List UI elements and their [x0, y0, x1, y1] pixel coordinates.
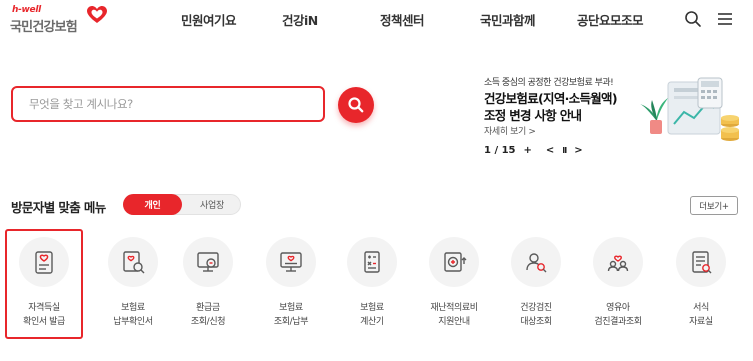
banner-title-line2: 조정 변경 사항 안내: [484, 108, 582, 123]
section-title: 방문자별 맞춤 메뉴: [11, 200, 106, 215]
nav-item-policy[interactable]: 정책센터: [380, 10, 425, 29]
hamburger-menu-icon[interactable]: [716, 10, 734, 28]
search-button-icon: [348, 97, 364, 113]
toggle-business[interactable]: 사업장: [184, 194, 240, 215]
medical-support-icon: [444, 252, 467, 272]
menu-item-label-line2: 조회/신청: [190, 317, 226, 327]
menu-item-premium-receipt[interactable]: 보험료 납부확인서: [94, 229, 172, 339]
search-icon[interactable]: [684, 10, 702, 28]
document-search-icon: [123, 251, 145, 274]
menu-item-label-line1: 서식: [693, 303, 709, 313]
monitor-pay-icon: [280, 252, 302, 272]
menu-item-label-line1: 영유아: [606, 303, 630, 313]
banner-subtitle: 소득 중심의 공정한 건강보험료 부과!: [484, 78, 614, 88]
banner-plus-button[interactable]: +: [524, 145, 532, 156]
logo-heart-icon: [87, 6, 107, 23]
menu-item-label-line2: 검진결과조회: [594, 317, 642, 327]
visitor-type-toggle: 개인 사업장: [123, 194, 241, 215]
menu-item-label-line1: 자격득실: [28, 303, 60, 313]
id-card-heart-icon: [35, 251, 53, 274]
menu-item-label-line2: 자료실: [689, 317, 713, 327]
form-document-icon: [692, 251, 712, 274]
menu-item-forms[interactable]: 서식 자료실: [662, 229, 740, 339]
nav-item-health-in[interactable]: 건강iN: [282, 10, 318, 29]
menu-item-qualification[interactable]: 자격득실 확인서 발급: [5, 229, 83, 339]
menu-item-label-line2: 납부확인서: [113, 317, 153, 327]
logo-brand-name: 국민건강보험: [10, 20, 78, 35]
banner-more-link[interactable]: 자세히 보기 >: [484, 124, 536, 137]
calculator-icon: [364, 251, 380, 273]
menu-item-label-line1: 건강검진: [520, 303, 552, 313]
banner-page-indicator: 1 / 15: [484, 145, 516, 156]
user-search-icon: [526, 253, 547, 273]
menu-item-label-line1: 보험료: [121, 303, 145, 313]
menu-item-label-line2: 대상조회: [520, 317, 552, 327]
menu-item-calculator[interactable]: 보험료 계산기: [333, 229, 411, 339]
banner-prev-button[interactable]: <: [546, 145, 554, 156]
menu-item-health-checkup[interactable]: 건강검진 대상조회: [497, 229, 575, 339]
banner-pause-button[interactable]: II: [562, 146, 567, 155]
banner-pager: 1 / 15 + < II >: [484, 145, 583, 156]
more-button[interactable]: 더보기+: [690, 196, 738, 215]
menu-item-medical-support[interactable]: 재난적의료비 지원안내: [415, 229, 493, 339]
menu-item-label-line2: 조회/납부: [273, 317, 309, 327]
menu-item-label-line1: 보험료: [279, 303, 303, 313]
toggle-individual[interactable]: 개인: [123, 194, 182, 215]
menu-item-label-line2: 확인서 발급: [23, 317, 65, 327]
menu-item-refund[interactable]: 환급금 조회/신청: [169, 229, 247, 339]
nav-item-civil[interactable]: 민원여기요: [181, 10, 237, 29]
banner-next-button[interactable]: >: [574, 145, 582, 156]
logo[interactable]: h-well 국민건강보험: [8, 4, 108, 38]
nav-item-about[interactable]: 공단요모조모: [577, 10, 644, 29]
monitor-coin-icon: [197, 252, 219, 272]
menu-item-label-line1: 재난적의료비: [430, 303, 478, 313]
menu-item-label-line1: 보험료: [360, 303, 384, 313]
search-button[interactable]: [338, 87, 374, 123]
search-box: [11, 86, 325, 122]
menu-item-label-line1: 환급금: [196, 303, 220, 313]
menu-item-premium-pay[interactable]: 보험료 조회/납부: [252, 229, 330, 339]
family-heart-icon: [607, 255, 629, 272]
menu-item-label-line2: 지원안내: [438, 317, 470, 327]
search-input[interactable]: [13, 88, 323, 120]
nav-item-together[interactable]: 국민과함께: [480, 10, 536, 29]
menu-item-infant-checkup[interactable]: 영유아 검진결과조회: [579, 229, 657, 339]
menu-item-label-line2: 계산기: [360, 317, 384, 327]
logo-hwell-text: h-well: [12, 5, 41, 15]
promo-banner: 소득 중심의 공정한 건강보험료 부과! 건강보험료(지역·소득월액) 조정 변…: [484, 72, 744, 167]
banner-illustration: [640, 77, 739, 141]
